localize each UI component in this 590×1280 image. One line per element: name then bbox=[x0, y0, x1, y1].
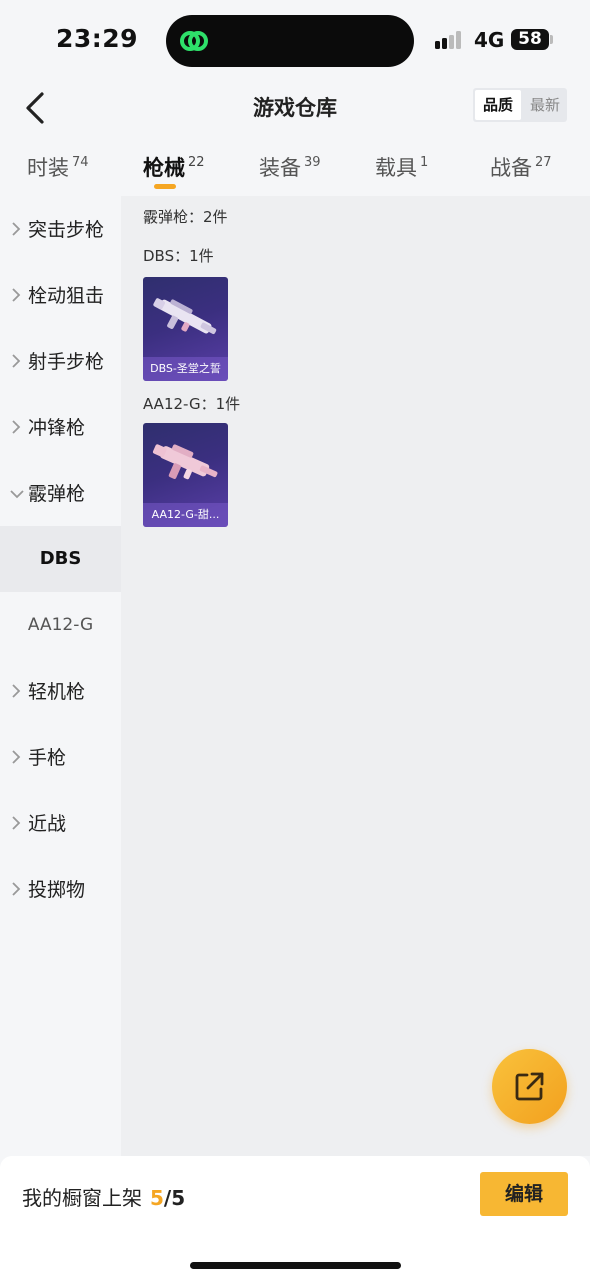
tab-equipment[interactable]: 装备 39 bbox=[259, 152, 321, 182]
sidebar-item-pistol[interactable]: 手枪 bbox=[0, 724, 121, 790]
tab-label: 时装 bbox=[27, 156, 69, 180]
sidebar-item-assault-rifle[interactable]: 突击步枪 bbox=[0, 196, 121, 262]
sidebar-item-label: 手枪 bbox=[28, 747, 67, 769]
chevron-right-icon bbox=[12, 288, 21, 302]
shotgun-image bbox=[152, 444, 218, 480]
showcase-total: /5 bbox=[163, 1186, 186, 1210]
showcase-count: 5 bbox=[150, 1186, 164, 1210]
showcase-bottom-bar: 我的橱窗上架 5/5 编辑 bbox=[0, 1156, 590, 1280]
chevron-right-icon bbox=[12, 750, 21, 764]
home-indicator bbox=[190, 1262, 401, 1269]
tab-firearms[interactable]: 枪械 22 bbox=[143, 152, 205, 182]
share-button[interactable] bbox=[492, 1049, 567, 1124]
weapon-category-sidebar: 突击步枪 栓动狙击 射手步枪 冲锋枪 霰弹枪 DBS AA12-G 轻机枪 手枪… bbox=[0, 196, 121, 1156]
group-title-dbs: DBS：1件 bbox=[143, 247, 214, 265]
status-time: 23:29 bbox=[56, 24, 139, 53]
sidebar-item-shotgun[interactable]: 霰弹枪 bbox=[0, 460, 121, 526]
sidebar-item-lmg[interactable]: 轻机枪 bbox=[0, 658, 121, 724]
sidebar-item-label: 冲锋枪 bbox=[28, 417, 86, 439]
network-type: 4G bbox=[474, 28, 505, 52]
sort-toggle[interactable]: 品质 最新 bbox=[473, 88, 567, 122]
share-external-icon bbox=[515, 1072, 544, 1101]
item-card-label: DBS-圣堂之誓 bbox=[143, 357, 228, 381]
sidebar-item-bolt-sniper[interactable]: 栓动狙击 bbox=[0, 262, 121, 328]
nav-header: 游戏仓库 品质 最新 bbox=[0, 80, 590, 140]
chevron-right-icon bbox=[12, 882, 21, 896]
chevron-right-icon bbox=[12, 420, 21, 434]
signal-icon bbox=[435, 31, 465, 49]
item-card-label: AA12-G-甜... bbox=[143, 503, 228, 527]
chevron-down-icon bbox=[10, 490, 24, 499]
link-icon bbox=[180, 31, 208, 51]
tab-label: 装备 bbox=[259, 156, 301, 180]
item-card-aa12g[interactable]: AA12-G-甜... bbox=[143, 423, 228, 527]
sidebar-subitem-dbs[interactable]: DBS bbox=[0, 526, 121, 592]
dynamic-island bbox=[166, 15, 414, 67]
sidebar-subitem-label: AA12-G bbox=[27, 615, 94, 635]
chevron-right-icon bbox=[12, 816, 21, 830]
chevron-right-icon bbox=[12, 354, 21, 368]
showcase-label: 我的橱窗上架 bbox=[22, 1186, 142, 1210]
tab-count: 74 bbox=[72, 155, 89, 170]
sidebar-item-smg[interactable]: 冲锋枪 bbox=[0, 394, 121, 460]
shotgun-image bbox=[153, 298, 217, 335]
tab-count: 39 bbox=[304, 155, 321, 170]
sidebar-subitem-aa12g[interactable]: AA12-G bbox=[0, 592, 121, 658]
item-content-panel: 霰弹枪：2件 DBS：1件 DBS-圣堂之誓 AA12-G：1件 AA12-G-… bbox=[121, 196, 590, 1156]
edit-button[interactable]: 编辑 bbox=[480, 1172, 568, 1216]
tab-count: 22 bbox=[188, 155, 205, 170]
showcase-status: 我的橱窗上架 5/5 bbox=[22, 1182, 185, 1211]
sidebar-item-label: 射手步枪 bbox=[28, 351, 105, 373]
sidebar-item-label: 投掷物 bbox=[28, 879, 86, 901]
tab-label: 枪械 bbox=[143, 156, 185, 180]
category-summary: 霰弹枪：2件 bbox=[143, 208, 228, 226]
sidebar-item-marksman-rifle[interactable]: 射手步枪 bbox=[0, 328, 121, 394]
sidebar-item-label: 近战 bbox=[28, 813, 67, 835]
tab-label: 战备 bbox=[490, 156, 532, 180]
sidebar-item-label: 栓动狙击 bbox=[28, 285, 105, 307]
sort-quality-option[interactable]: 品质 bbox=[475, 90, 521, 120]
chevron-right-icon bbox=[12, 684, 21, 698]
sidebar-item-label: 突击步枪 bbox=[28, 219, 105, 241]
tab-supplies[interactable]: 战备 27 bbox=[490, 152, 552, 182]
sidebar-item-label: 轻机枪 bbox=[28, 681, 86, 703]
sidebar-item-melee[interactable]: 近战 bbox=[0, 790, 121, 856]
tab-count: 1 bbox=[420, 155, 429, 170]
sidebar-item-throwable[interactable]: 投掷物 bbox=[0, 856, 121, 922]
tab-count: 27 bbox=[535, 155, 552, 170]
tab-fashion[interactable]: 时装 74 bbox=[27, 152, 89, 182]
battery-tip bbox=[550, 35, 553, 44]
sort-newest-option[interactable]: 最新 bbox=[523, 88, 567, 122]
tab-label: 载具 bbox=[375, 156, 417, 180]
sidebar-item-label: 霰弹枪 bbox=[28, 483, 86, 505]
category-tabs: 时装 74 枪械 22 装备 39 载具 1 战备 27 bbox=[0, 140, 590, 196]
group-title-aa12g: AA12-G：1件 bbox=[143, 395, 241, 413]
tab-vehicles[interactable]: 载具 1 bbox=[375, 152, 428, 182]
status-bar: 23:29 4G 58 bbox=[0, 0, 590, 80]
battery-icon: 58 bbox=[511, 29, 549, 50]
chevron-right-icon bbox=[12, 222, 21, 236]
active-tab-indicator bbox=[154, 184, 176, 189]
sidebar-subitem-label: DBS bbox=[39, 548, 82, 569]
item-card-dbs[interactable]: DBS-圣堂之誓 bbox=[143, 277, 228, 381]
